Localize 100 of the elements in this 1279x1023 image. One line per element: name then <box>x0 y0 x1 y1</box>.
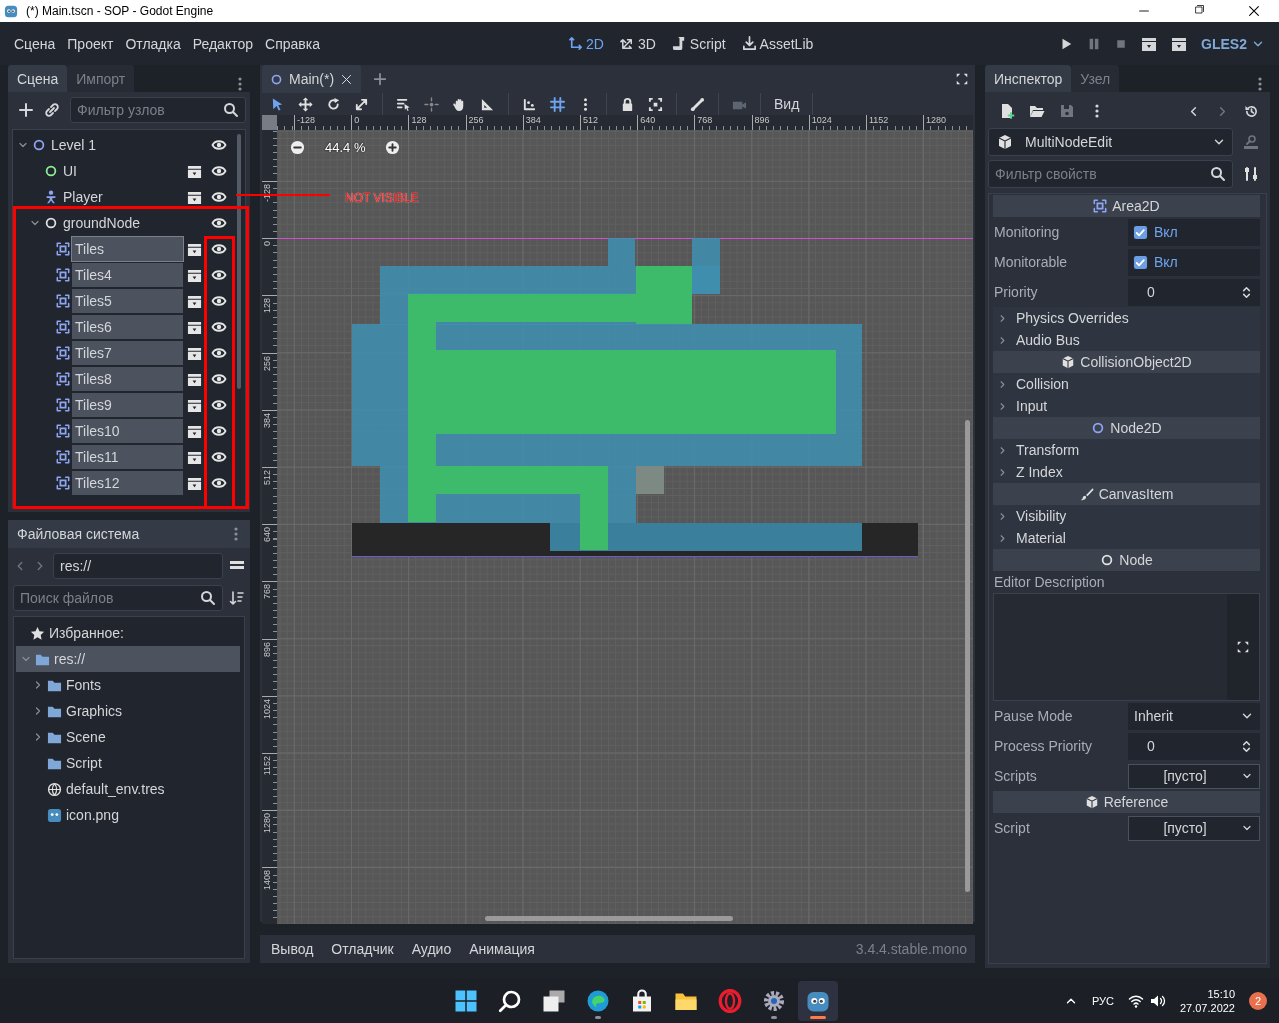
move-icon[interactable] <box>298 96 313 112</box>
taskbar-app[interactable] <box>798 980 838 1021</box>
menu-item[interactable]: Проект <box>61 29 120 58</box>
dropdown[interactable]: Inherit <box>1128 702 1260 730</box>
close-icon[interactable] <box>1247 4 1261 18</box>
save-icon[interactable] <box>1059 103 1075 119</box>
visibility-eye-icon[interactable] <box>211 189 227 205</box>
visibility-eye-icon[interactable] <box>211 215 227 231</box>
file-tree-item[interactable]: Script <box>16 750 240 776</box>
tree-item[interactable]: Tiles8 <box>72 367 183 391</box>
filter-field[interactable]: Фильтр узлов <box>70 97 246 123</box>
scrollbar[interactable] <box>237 134 241 389</box>
lock-icon[interactable] <box>620 96 635 112</box>
clapper-icon[interactable] <box>1141 35 1158 52</box>
pivot-icon[interactable] <box>424 96 439 112</box>
object-selector[interactable]: MultiNodeEdit <box>988 128 1233 156</box>
scene-tab[interactable]: Main(*) <box>262 65 362 93</box>
checkbox[interactable]: Вкл <box>1128 248 1260 276</box>
history-icon[interactable] <box>1244 103 1259 119</box>
menu-item[interactable]: Редактор <box>186 29 259 58</box>
search-field[interactable]: Поиск файлов <box>13 585 223 611</box>
filter-field[interactable]: Фильтр свойств <box>988 160 1233 188</box>
dock-tab[interactable]: Инспектор <box>985 65 1072 92</box>
clapper-icon[interactable] <box>187 319 202 335</box>
add-tab-icon[interactable] <box>373 72 388 86</box>
sort-icon[interactable] <box>229 590 245 606</box>
property-group[interactable]: Visibility <box>993 505 1260 527</box>
file-tree-item[interactable]: icon.png <box>16 802 240 828</box>
property-group[interactable]: Physics Overrides <box>993 307 1260 329</box>
file-tree-item[interactable]: Scene <box>16 724 240 750</box>
clapper-icon[interactable] <box>187 371 202 387</box>
search-input[interactable]: Поиск файлов <box>20 590 196 606</box>
workspace-tab[interactable]: AssetLib <box>741 35 814 52</box>
scrollbar[interactable] <box>485 916 733 922</box>
tools-icon[interactable] <box>1243 166 1259 182</box>
clapper-icon[interactable] <box>187 423 202 439</box>
clapper-icon[interactable] <box>1171 35 1188 52</box>
file-tree-item[interactable]: Graphics <box>16 698 240 724</box>
bottom-panel-tab[interactable]: Анимация <box>462 937 542 961</box>
zoom-out-icon[interactable] <box>290 140 305 155</box>
tree-item[interactable]: Tiles7 <box>72 341 183 365</box>
number-field[interactable]: 0 <box>1128 278 1260 306</box>
bone-icon[interactable] <box>690 96 705 112</box>
expand-icon[interactable] <box>1236 640 1250 654</box>
pointer-icon[interactable] <box>270 96 285 112</box>
dock-tab[interactable]: Сцена <box>8 65 68 92</box>
ruler-icon[interactable] <box>480 96 495 112</box>
clapper-icon[interactable] <box>187 293 202 309</box>
visibility-eye-icon[interactable] <box>211 319 227 335</box>
visibility-eye-icon[interactable] <box>211 241 227 257</box>
tree-item[interactable]: Level 1 <box>48 133 183 157</box>
visibility-eye-icon[interactable] <box>211 137 227 153</box>
clapper-icon[interactable] <box>187 163 202 179</box>
fullscreen-icon[interactable] <box>955 72 969 86</box>
clapper-icon[interactable] <box>187 449 202 465</box>
clapper-icon[interactable] <box>187 267 202 283</box>
tree-item[interactable]: Tiles6 <box>72 315 183 339</box>
dock-tab[interactable]: Узел <box>1071 65 1120 92</box>
snap-icon[interactable] <box>522 96 537 112</box>
new-file-icon[interactable] <box>999 103 1015 119</box>
property-group[interactable]: Collision <box>993 373 1260 395</box>
tree-item[interactable]: Tiles11 <box>72 445 183 469</box>
workspace-tab[interactable]: 3D <box>619 35 656 52</box>
tree-item[interactable]: groundNode <box>60 211 183 235</box>
renderer-dropdown[interactable]: GLES2 <box>1201 35 1265 52</box>
zoom-in-icon[interactable] <box>385 140 401 155</box>
clapper-icon[interactable] <box>187 397 202 413</box>
menu-item[interactable]: Сцена <box>8 29 62 58</box>
link-icon[interactable] <box>44 102 60 118</box>
property-group[interactable]: Z Index <box>993 461 1260 483</box>
scale-icon[interactable] <box>354 96 369 112</box>
resource-picker[interactable]: [пусто] <box>1128 815 1260 841</box>
property-group[interactable]: Transform <box>993 439 1260 461</box>
bottom-panel-tab[interactable]: Отладчик <box>324 937 401 961</box>
property-group[interactable]: Input <box>993 395 1260 417</box>
tree-item[interactable]: Player <box>60 185 183 209</box>
filter-input[interactable]: Фильтр свойств <box>995 166 1206 182</box>
visibility-eye-icon[interactable] <box>211 345 227 361</box>
path-input[interactable]: res:// <box>60 558 216 574</box>
property-group[interactable]: Material <box>993 527 1260 549</box>
restore-icon[interactable] <box>1193 4 1205 16</box>
workspace-tab[interactable]: Script <box>671 35 726 52</box>
tree-item[interactable]: Tiles4 <box>72 263 183 287</box>
visibility-eye-icon[interactable] <box>211 371 227 387</box>
file-tree-item[interactable]: default_env.tres <box>16 776 240 802</box>
file-tree-item[interactable]: Fonts <box>16 672 240 698</box>
visibility-eye-icon[interactable] <box>211 293 227 309</box>
tree-item[interactable]: Tiles9 <box>72 393 183 417</box>
clapper-icon[interactable] <box>187 189 202 205</box>
clapper-icon[interactable] <box>187 241 202 257</box>
grid-icon[interactable] <box>550 96 565 112</box>
rotate-icon[interactable] <box>326 96 341 112</box>
documentation-icon[interactable] <box>1243 134 1259 150</box>
add-icon[interactable] <box>18 102 34 118</box>
scrollbar[interactable] <box>965 420 970 892</box>
visibility-eye-icon[interactable] <box>211 475 227 491</box>
bottom-panel-tab[interactable]: Вывод <box>264 937 321 961</box>
dock-tab[interactable]: Импорт <box>67 65 135 92</box>
filter-input[interactable]: Фильтр узлов <box>77 102 219 118</box>
visibility-eye-icon[interactable] <box>211 267 227 283</box>
